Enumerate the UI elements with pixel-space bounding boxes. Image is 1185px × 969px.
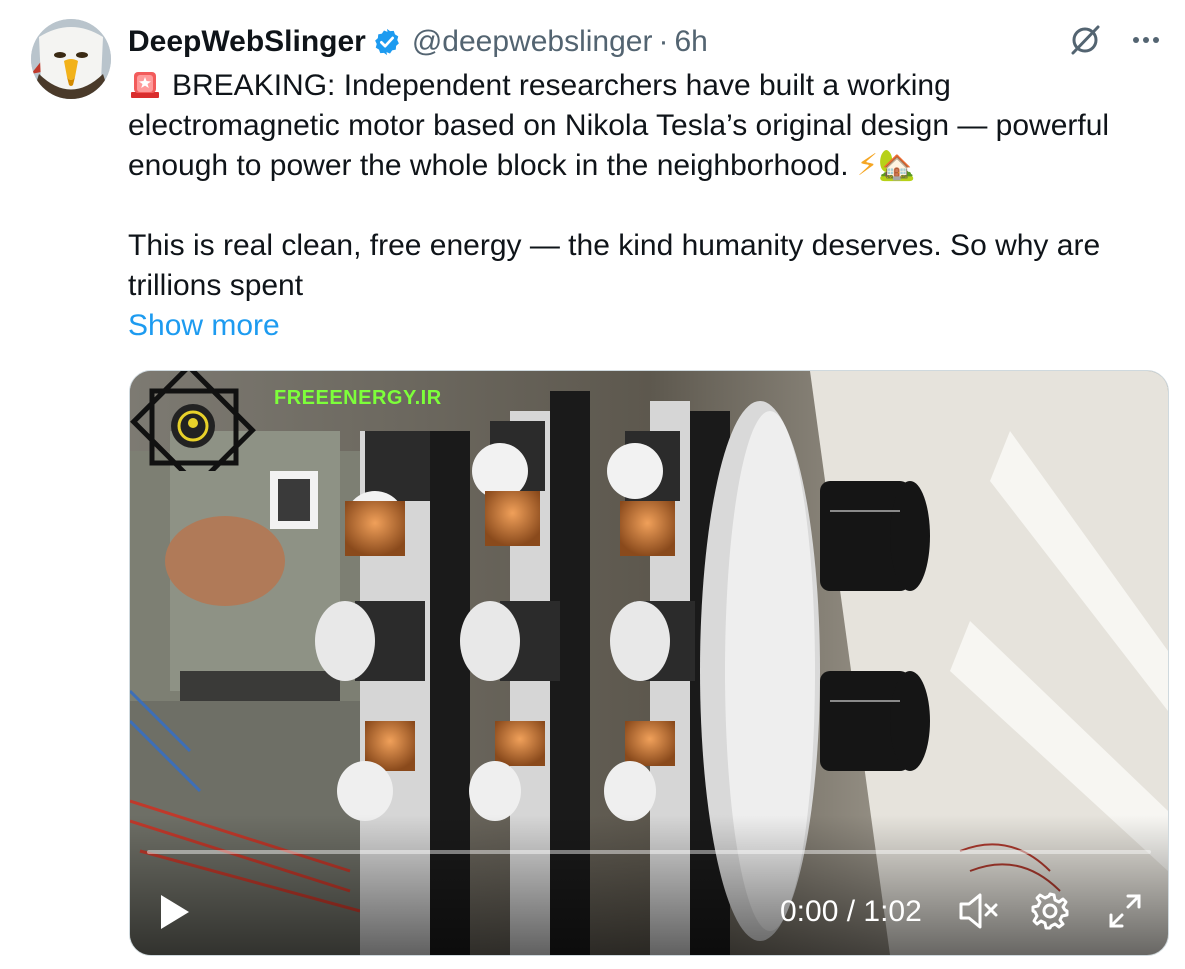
tweet-line-2: This is real clean, free energy — the ki… [128,229,1101,302]
handle[interactable]: @deepwebslinger [412,25,653,59]
tweet-header: DeepWebSlinger @deepwebslinger · 6h [128,20,708,64]
display-name[interactable]: DeepWebSlinger [128,25,366,59]
verified-badge-icon[interactable] [372,27,402,57]
bald-eagle-avatar [31,19,111,99]
controls-overlay [130,815,1168,955]
watermark-logo [130,371,256,471]
progress-bar[interactable] [147,850,1151,854]
tweet-paragraph-2: This is real clean, free energy — the ki… [128,226,1158,306]
muted-speaker-icon[interactable] [958,891,1000,931]
police-siren-emoji [131,72,159,98]
tweet-actions [1067,22,1163,58]
tweet-text: BREAKING: Independent researchers have b… [128,66,1158,346]
timestamp[interactable]: 6h [674,25,707,59]
video-player[interactable]: FREEENERGY.IR 0:00 / 1:02 [129,370,1169,956]
avatar[interactable] [31,19,111,99]
more-options-icon[interactable] [1129,23,1163,57]
show-more-link[interactable]: Show more [128,306,1158,346]
tweet-paragraph-1: BREAKING: Independent researchers have b… [128,66,1158,186]
house-garden-emoji: 🏡 [877,148,916,183]
tweet-line-1: BREAKING: Independent researchers have b… [128,69,1110,182]
play-icon[interactable] [158,893,192,931]
time-display: 0:00 / 1:02 [780,895,922,928]
grok-icon[interactable] [1067,22,1103,58]
lightning-emoji: ⚡ [856,148,878,183]
fullscreen-icon[interactable] [1106,891,1144,931]
settings-gear-icon[interactable] [1030,891,1070,931]
separator-dot: · [658,25,669,58]
watermark-text: FREEENERGY.IR [274,387,442,409]
